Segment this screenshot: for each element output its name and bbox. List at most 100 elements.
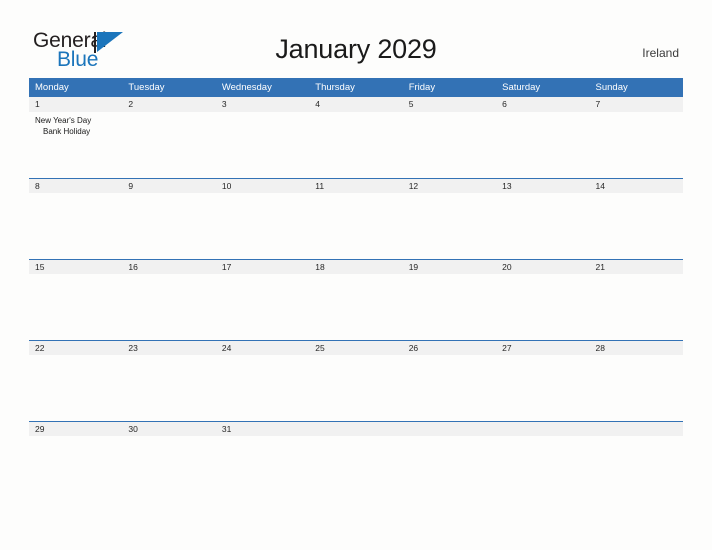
day-cell-5[interactable] (403, 112, 496, 178)
page-title: January 2029 (275, 34, 437, 64)
day-number-30[interactable]: 30 (122, 422, 215, 436)
day-cell-10[interactable] (216, 193, 309, 259)
day-number-20[interactable]: 20 (496, 260, 589, 274)
day-cell-6[interactable] (496, 112, 589, 178)
day-event-band (29, 436, 683, 502)
day-cell-12[interactable] (403, 193, 496, 259)
day-number-26[interactable]: 26 (403, 341, 496, 355)
weekday-header-thursday: Thursday (315, 82, 355, 93)
calendar-week-row: 29 30 31 (29, 421, 683, 502)
country-label: Ireland (642, 46, 679, 60)
day-cell-22[interactable] (29, 355, 122, 421)
day-number-28[interactable]: 28 (590, 341, 683, 355)
day-cell-9[interactable] (122, 193, 215, 259)
day-cell-3[interactable] (216, 112, 309, 178)
day-cell-18[interactable] (309, 274, 402, 340)
day-cell-26[interactable] (403, 355, 496, 421)
day-number-27[interactable]: 27 (496, 341, 589, 355)
day-cell-27[interactable] (496, 355, 589, 421)
day-cell-13[interactable] (496, 193, 589, 259)
day-cell-24[interactable] (216, 355, 309, 421)
day-cell-8[interactable] (29, 193, 122, 259)
page-header: General Blue January 2029 Ireland (0, 0, 712, 78)
day-number-empty (496, 422, 589, 436)
calendar-week-row: 22 23 24 25 26 27 28 (29, 340, 683, 421)
day-number-9[interactable]: 9 (122, 179, 215, 193)
day-number-29[interactable]: 29 (29, 422, 122, 436)
weekday-header-tuesday: Tuesday (128, 82, 165, 93)
day-number-12[interactable]: 12 (403, 179, 496, 193)
event-label: New Year's Day (35, 116, 92, 125)
day-cell-15[interactable] (29, 274, 122, 340)
weekday-header-friday: Friday (408, 82, 436, 93)
weekday-header-wednesday: Wednesday (221, 82, 272, 93)
day-number-band: 29 30 31 (29, 421, 683, 436)
day-number-band: 15 16 17 18 19 20 21 (29, 259, 683, 274)
day-number-6[interactable]: 6 (496, 97, 589, 112)
day-number-21[interactable]: 21 (590, 260, 683, 274)
day-number-3[interactable]: 3 (216, 97, 309, 112)
day-number-24[interactable]: 24 (216, 341, 309, 355)
day-number-10[interactable]: 10 (216, 179, 309, 193)
day-cell-20[interactable] (496, 274, 589, 340)
day-event-band (29, 274, 683, 340)
day-number-23[interactable]: 23 (122, 341, 215, 355)
day-cell-2[interactable] (122, 112, 215, 178)
calendar-grid: Monday Tuesday Wednesday Thursday Friday Satu… (29, 78, 683, 502)
day-number-empty (309, 422, 402, 436)
day-number-band: 8 9 10 11 12 13 14 (29, 178, 683, 193)
day-cell-28[interactable] (590, 355, 683, 421)
day-number-8[interactable]: 8 (29, 179, 122, 193)
day-cell-29[interactable] (29, 436, 122, 502)
day-cell-25[interactable] (309, 355, 402, 421)
day-number-18[interactable]: 18 (309, 260, 402, 274)
day-number-1[interactable]: 1 (29, 97, 122, 112)
day-number-5[interactable]: 5 (403, 97, 496, 112)
day-number-empty (403, 422, 496, 436)
day-number-7[interactable]: 7 (590, 97, 683, 112)
weekday-header-saturday: Saturday (502, 82, 541, 93)
day-number-17[interactable]: 17 (216, 260, 309, 274)
calendar-week-row: 8 9 10 11 12 13 14 (29, 178, 683, 259)
day-number-14[interactable]: 14 (590, 179, 683, 193)
day-cell-11[interactable] (309, 193, 402, 259)
calendar-weeks: 1 2 3 4 5 6 7 New Year's Day Bank Holiday 8 9 10 11 1… (29, 97, 683, 502)
day-number-empty (590, 422, 683, 436)
day-cell-1[interactable]: New Year's Day Bank Holiday (29, 112, 122, 178)
day-number-2[interactable]: 2 (122, 97, 215, 112)
calendar-page: General Blue January 2029 Ireland Monday… (0, 0, 712, 550)
day-cell-30[interactable] (122, 436, 215, 502)
day-cell-23[interactable] (122, 355, 215, 421)
day-cell-17[interactable] (216, 274, 309, 340)
day-number-band: 22 23 24 25 26 27 28 (29, 340, 683, 355)
day-cell-16[interactable] (122, 274, 215, 340)
day-event-band (29, 193, 683, 259)
day-cell-21[interactable] (590, 274, 683, 340)
day-number-13[interactable]: 13 (496, 179, 589, 193)
weekday-header-row: Monday Tuesday Wednesday Thursday Friday Satu… (29, 78, 683, 97)
day-cell-31[interactable] (216, 436, 309, 502)
day-number-4[interactable]: 4 (309, 97, 402, 112)
day-cell-4[interactable] (309, 112, 402, 178)
day-cell-14[interactable] (590, 193, 683, 259)
calendar-week-row: 15 16 17 18 19 20 21 (29, 259, 683, 340)
day-event-band: New Year's Day Bank Holiday (29, 112, 683, 178)
day-number-22[interactable]: 22 (29, 341, 122, 355)
day-cell-empty (590, 436, 683, 502)
day-number-25[interactable]: 25 (309, 341, 402, 355)
day-cell-19[interactable] (403, 274, 496, 340)
day-number-16[interactable]: 16 (122, 260, 215, 274)
day-number-31[interactable]: 31 (216, 422, 309, 436)
weekday-header-monday: Monday (35, 82, 69, 93)
day-number-19[interactable]: 19 (403, 260, 496, 274)
day-cell-empty (309, 436, 402, 502)
day-cell-7[interactable] (590, 112, 683, 178)
event-label: Bank Holiday (43, 127, 91, 136)
day-number-band: 1234567 (29, 97, 683, 112)
weekday-header-sunday: Sunday (595, 82, 628, 93)
day-number-11[interactable]: 11 (309, 179, 402, 193)
calendar-week-row: 1 2 3 4 5 6 7 New Year's Day Bank Holiday (29, 97, 683, 178)
day-cell-empty (496, 436, 589, 502)
day-number-15[interactable]: 15 (29, 260, 122, 274)
day-cell-empty (403, 436, 496, 502)
